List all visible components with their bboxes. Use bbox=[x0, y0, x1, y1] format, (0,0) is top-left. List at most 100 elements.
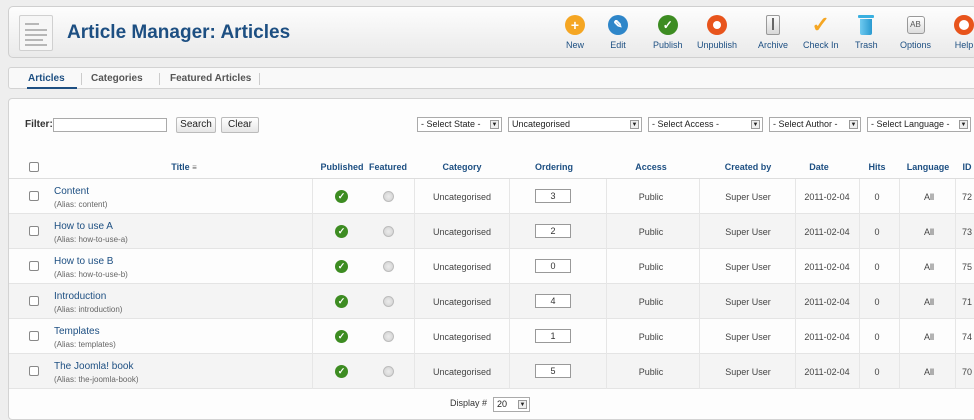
lifebuoy-icon bbox=[953, 14, 974, 36]
filter-input[interactable] bbox=[53, 118, 167, 132]
created-by-link[interactable]: Super User bbox=[709, 262, 787, 272]
featured-toggle-icon[interactable] bbox=[383, 366, 394, 377]
select-state-dropdown[interactable]: - Select State - ▼ bbox=[417, 117, 502, 132]
featured-toggle-icon[interactable] bbox=[383, 191, 394, 202]
date-cell: 2011-02-04 bbox=[804, 262, 850, 272]
published-check-icon[interactable]: ✓ bbox=[335, 365, 348, 378]
ordering-input[interactable] bbox=[535, 224, 571, 238]
ordering-input[interactable] bbox=[535, 329, 571, 343]
created-by-link[interactable]: Super User bbox=[709, 297, 787, 307]
unpublish-button[interactable]: Unpublish bbox=[697, 14, 737, 50]
access-cell: Public bbox=[638, 297, 664, 307]
trash-button[interactable]: Trash bbox=[855, 14, 878, 50]
published-check-icon[interactable]: ✓ bbox=[335, 330, 348, 343]
column-divider bbox=[899, 284, 900, 319]
column-divider bbox=[509, 354, 510, 389]
select-language-dropdown[interactable]: - Select Language - ▼ bbox=[867, 117, 971, 132]
created-by-link[interactable]: Super User bbox=[709, 367, 787, 377]
row-checkbox[interactable] bbox=[29, 296, 39, 306]
article-title-link[interactable]: Introduction bbox=[54, 291, 106, 302]
row-checkbox[interactable] bbox=[29, 366, 39, 376]
tab-featured-articles[interactable]: Featured Articles bbox=[170, 73, 251, 84]
edit-button[interactable]: ✎ Edit bbox=[607, 14, 629, 50]
select-author-dropdown[interactable]: - Select Author - ▼ bbox=[769, 117, 861, 132]
featured-toggle-icon[interactable] bbox=[383, 261, 394, 272]
article-title-link[interactable]: How to use A bbox=[54, 221, 113, 232]
tab-categories[interactable]: Categories bbox=[91, 73, 143, 84]
article-alias: (Alias: the-joomla-book) bbox=[54, 375, 139, 384]
column-access[interactable]: Access bbox=[621, 162, 681, 172]
column-featured[interactable]: Featured bbox=[366, 162, 410, 172]
published-check-icon[interactable]: ✓ bbox=[335, 225, 348, 238]
column-language[interactable]: Language bbox=[904, 162, 952, 172]
column-divider bbox=[955, 179, 956, 214]
ordering-input[interactable] bbox=[535, 259, 571, 273]
published-check-icon[interactable]: ✓ bbox=[335, 260, 348, 273]
column-divider bbox=[414, 319, 415, 354]
check-in-button[interactable]: ✓ Check In bbox=[803, 14, 839, 51]
row-checkbox[interactable] bbox=[29, 261, 39, 271]
column-category[interactable]: Category bbox=[427, 162, 497, 172]
column-divider bbox=[699, 284, 700, 319]
column-hits[interactable]: Hits bbox=[864, 162, 890, 172]
ordering-input[interactable] bbox=[535, 189, 571, 203]
trash-icon bbox=[855, 14, 877, 36]
row-checkbox[interactable] bbox=[29, 331, 39, 341]
featured-toggle-icon[interactable] bbox=[383, 296, 394, 307]
options-label: Options bbox=[900, 40, 932, 50]
created-by-link[interactable]: Super User bbox=[709, 192, 787, 202]
article-title-link[interactable]: The Joomla! book bbox=[54, 361, 134, 372]
column-divider bbox=[509, 284, 510, 319]
column-divider bbox=[606, 284, 607, 319]
chevron-down-icon: ▼ bbox=[518, 400, 527, 409]
clear-button[interactable]: Clear bbox=[221, 117, 259, 133]
column-divider bbox=[312, 354, 313, 389]
column-title[interactable]: Title ≡ bbox=[159, 162, 209, 172]
select-all-checkbox[interactable] bbox=[29, 162, 39, 172]
ordering-input[interactable] bbox=[535, 364, 571, 378]
created-by-link[interactable]: Super User bbox=[709, 227, 787, 237]
column-divider bbox=[795, 214, 796, 249]
new-button[interactable]: + New bbox=[564, 14, 586, 50]
featured-toggle-icon[interactable] bbox=[383, 331, 394, 342]
row-checkbox[interactable] bbox=[29, 191, 39, 201]
column-date[interactable]: Date bbox=[799, 162, 839, 172]
category-dropdown[interactable]: Uncategorised ▼ bbox=[508, 117, 642, 132]
column-id[interactable]: ID bbox=[959, 162, 974, 172]
column-divider bbox=[509, 249, 510, 284]
column-divider bbox=[859, 179, 860, 214]
column-divider bbox=[312, 284, 313, 319]
options-button[interactable]: AB Options bbox=[900, 14, 931, 50]
display-count-dropdown[interactable]: 20 ▼ bbox=[493, 397, 530, 412]
published-check-icon[interactable]: ✓ bbox=[335, 190, 348, 203]
column-created-by[interactable]: Created by bbox=[715, 162, 781, 172]
tab-articles[interactable]: Articles bbox=[28, 73, 65, 84]
access-cell: Public bbox=[638, 227, 664, 237]
column-published[interactable]: Published bbox=[314, 162, 370, 172]
column-ordering[interactable]: Ordering bbox=[524, 162, 584, 172]
featured-toggle-icon[interactable] bbox=[383, 226, 394, 237]
column-divider bbox=[955, 354, 956, 389]
ordering-input[interactable] bbox=[535, 294, 571, 308]
published-check-icon[interactable]: ✓ bbox=[335, 295, 348, 308]
created-by-link[interactable]: Super User bbox=[709, 332, 787, 342]
row-checkbox[interactable] bbox=[29, 226, 39, 236]
column-divider bbox=[955, 214, 956, 249]
category-cell: Uncategorised bbox=[432, 227, 492, 237]
column-divider bbox=[955, 249, 956, 284]
date-cell: 2011-02-04 bbox=[804, 367, 850, 377]
column-divider bbox=[795, 249, 796, 284]
publish-button[interactable]: ✓ Publish bbox=[653, 14, 683, 50]
archive-button[interactable]: Archive bbox=[758, 14, 788, 50]
article-title-link[interactable]: How to use B bbox=[54, 256, 113, 267]
access-cell: Public bbox=[638, 192, 664, 202]
chevron-down-icon: ▼ bbox=[959, 120, 968, 129]
language-cell: All bbox=[923, 227, 934, 237]
search-button[interactable]: Search bbox=[176, 117, 216, 133]
help-button[interactable]: Help bbox=[953, 14, 974, 50]
date-cell: 2011-02-04 bbox=[804, 332, 850, 342]
article-title-link[interactable]: Templates bbox=[54, 326, 100, 337]
article-title-link[interactable]: Content bbox=[54, 186, 89, 197]
id-cell: 71 bbox=[961, 297, 972, 307]
select-access-dropdown[interactable]: - Select Access - ▼ bbox=[648, 117, 763, 132]
